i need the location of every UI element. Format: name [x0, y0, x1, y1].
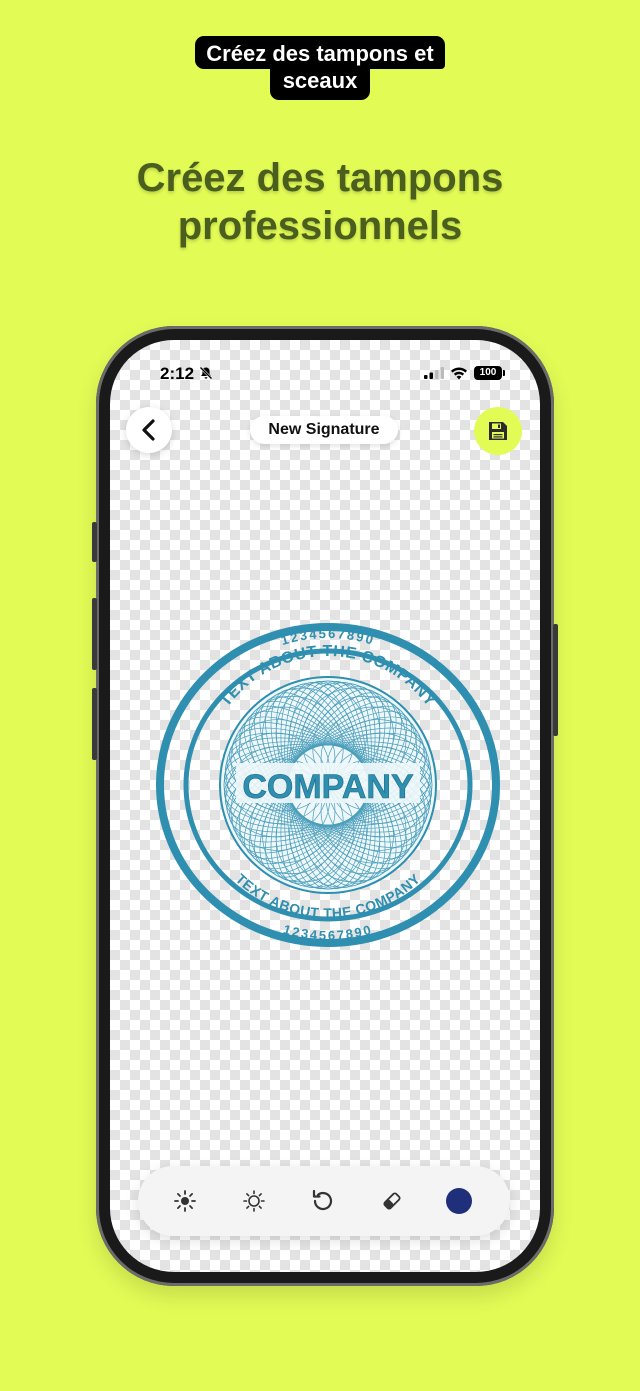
cellular-signal-icon: [424, 367, 444, 379]
floppy-disk-icon: [489, 422, 507, 440]
brightness-button[interactable]: [172, 1188, 198, 1214]
screen-title: New Signature: [250, 416, 398, 444]
status-time: 2:12: [160, 364, 213, 384]
headline-line-1: Créez des tampons: [136, 156, 504, 200]
eraser-button[interactable]: [379, 1188, 405, 1214]
headline-line-2: professionnels: [177, 204, 463, 248]
badge-line-1: Créez des tampons et: [195, 36, 445, 69]
volume-down-button: [92, 688, 97, 760]
rotate-button[interactable]: [310, 1188, 336, 1214]
chevron-left-icon: [142, 419, 155, 441]
battery-icon: 100: [474, 366, 505, 380]
status-icons: 100: [424, 366, 505, 380]
volume-up-button: [92, 598, 97, 670]
bell-slash-icon: [199, 366, 213, 380]
rotate-icon: [312, 1189, 333, 1211]
stamp-center-text: COMPANY: [242, 768, 414, 806]
headline: Créez des tampons professionnels: [0, 154, 640, 250]
silent-switch: [92, 522, 97, 562]
feature-badge: Créez des tampons et sceaux: [0, 36, 640, 100]
power-button: [553, 624, 558, 736]
eraser-icon: [383, 1192, 401, 1210]
back-button[interactable]: [126, 407, 172, 453]
company-stamp[interactable]: TEXT ABOUT THE COMPANY TEXT ABOUT THE COM…: [153, 620, 503, 950]
wifi-icon: [451, 367, 467, 379]
selected-color-swatch: [446, 1188, 472, 1214]
brightness-icon: [174, 1190, 196, 1212]
color-picker-button[interactable]: [446, 1188, 472, 1214]
contrast-button[interactable]: [241, 1188, 267, 1214]
app-screen: 2:12 100 New Signature TEXT ABOUT THE CO…: [110, 340, 540, 1272]
badge-line-2: sceaux: [269, 68, 371, 100]
save-button[interactable]: [474, 407, 522, 455]
edit-toolbar: [138, 1166, 510, 1236]
contrast-icon: [243, 1190, 265, 1212]
